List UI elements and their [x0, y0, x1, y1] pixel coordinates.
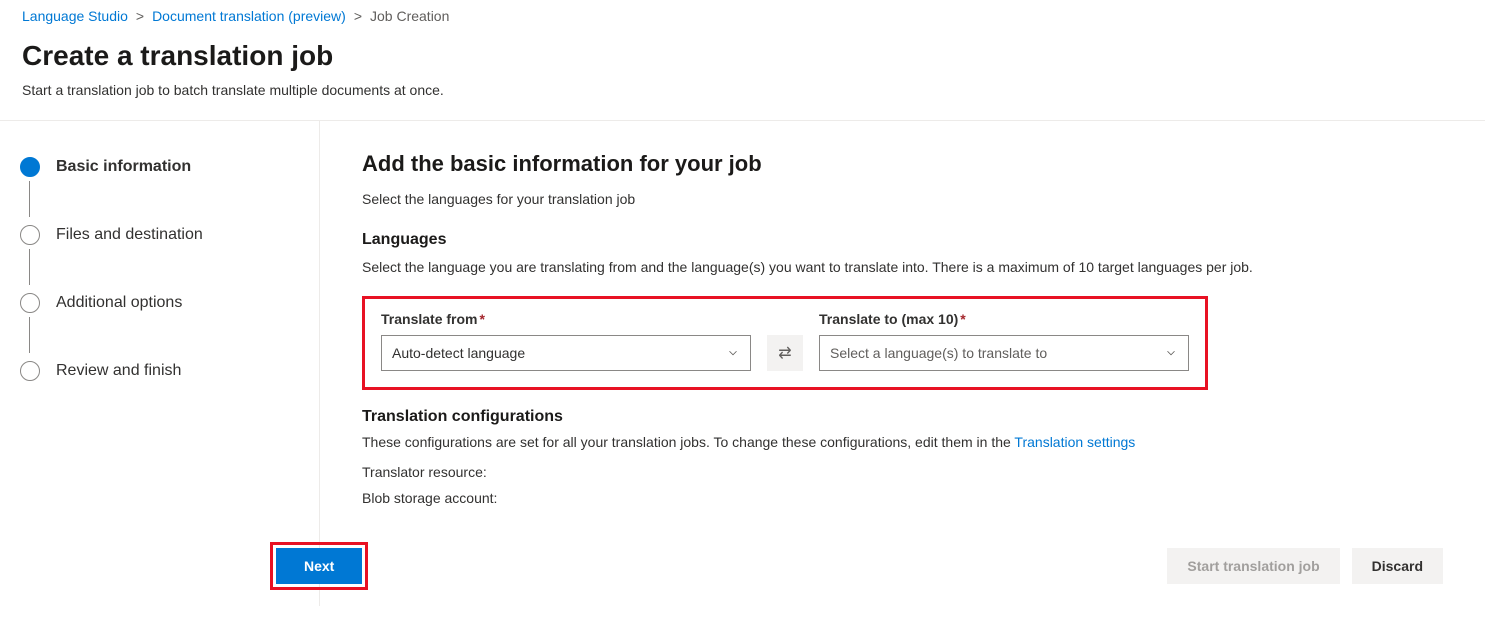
translate-from-field: Translate from* Auto-detect language: [381, 311, 751, 371]
discard-button[interactable]: Discard: [1352, 548, 1443, 584]
dropdown-placeholder: Select a language(s) to translate to: [830, 345, 1047, 361]
translate-from-label: Translate from*: [381, 311, 751, 327]
step-label: Additional options: [56, 294, 182, 312]
swap-icon: ⇄: [778, 343, 791, 363]
page-subtitle: Start a translation job to batch transla…: [22, 82, 1463, 98]
chevron-down-icon: [726, 346, 740, 360]
config-description: These configurations are set for all you…: [362, 434, 1443, 450]
next-highlight-box: Next: [270, 542, 368, 590]
wizard-sidebar: Basic information Files and destination …: [0, 121, 320, 606]
config-heading: Translation configurations: [362, 408, 1443, 426]
translate-to-field: Translate to (max 10)* Select a language…: [819, 311, 1189, 371]
step-files-and-destination[interactable]: Files and destination: [20, 225, 299, 293]
languages-highlight-box: Translate from* Auto-detect language ⇄ T…: [362, 296, 1208, 390]
languages-description: Select the language you are translating …: [362, 257, 1443, 278]
translate-to-label: Translate to (max 10)*: [819, 311, 1189, 327]
required-indicator: *: [479, 311, 484, 327]
breadcrumb: Language Studio > Document translation (…: [0, 0, 1485, 32]
blob-storage-label: Blob storage account:: [362, 490, 1443, 506]
step-review-and-finish[interactable]: Review and finish: [20, 361, 299, 381]
step-label: Review and finish: [56, 362, 181, 380]
step-label: Files and destination: [56, 226, 203, 244]
step-circle-icon: [20, 361, 40, 381]
chevron-down-icon: [1164, 346, 1178, 360]
dropdown-value: Auto-detect language: [392, 345, 525, 361]
step-circle-icon: [20, 293, 40, 313]
start-translation-job-button: Start translation job: [1167, 548, 1339, 584]
breadcrumb-current: Job Creation: [370, 8, 449, 24]
translation-settings-link[interactable]: Translation settings: [1014, 434, 1135, 450]
swap-languages-button[interactable]: ⇄: [767, 335, 803, 371]
chevron-right-icon: >: [136, 8, 144, 24]
page-title: Create a translation job: [22, 40, 1463, 72]
step-label: Basic information: [56, 158, 191, 176]
translate-to-dropdown[interactable]: Select a language(s) to translate to: [819, 335, 1189, 371]
next-button[interactable]: Next: [276, 548, 362, 584]
main-content: Add the basic information for your job S…: [320, 121, 1485, 606]
page-header: Create a translation job Start a transla…: [0, 32, 1485, 120]
step-circle-icon: [20, 157, 40, 177]
breadcrumb-link-document-translation[interactable]: Document translation (preview): [152, 8, 346, 24]
footer-actions: Next Start translation job Discard: [320, 542, 1485, 606]
breadcrumb-link-language-studio[interactable]: Language Studio: [22, 8, 128, 24]
translate-from-dropdown[interactable]: Auto-detect language: [381, 335, 751, 371]
section-title: Add the basic information for your job: [362, 151, 1443, 177]
step-additional-options[interactable]: Additional options: [20, 293, 299, 361]
required-indicator: *: [960, 311, 965, 327]
chevron-right-icon: >: [354, 8, 362, 24]
step-circle-icon: [20, 225, 40, 245]
section-subtitle: Select the languages for your translatio…: [362, 191, 1443, 207]
step-basic-information[interactable]: Basic information: [20, 157, 299, 225]
languages-heading: Languages: [362, 231, 1443, 249]
translator-resource-label: Translator resource:: [362, 464, 1443, 480]
